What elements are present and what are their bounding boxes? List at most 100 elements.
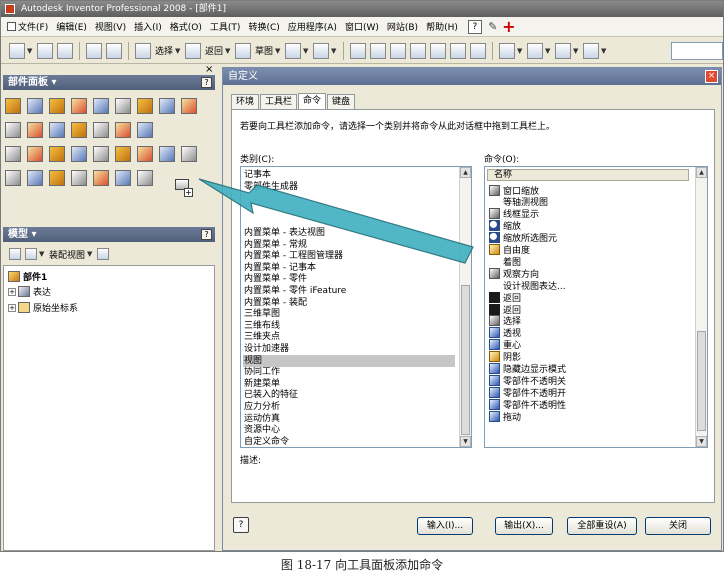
scroll-down-icon[interactable]: ▼ bbox=[460, 436, 471, 447]
section-view-icon[interactable] bbox=[115, 122, 131, 138]
shadow-icon[interactable] bbox=[527, 42, 544, 59]
tree-item[interactable]: + 原始坐标系 bbox=[8, 301, 78, 314]
dimension-icon[interactable] bbox=[5, 170, 21, 186]
work-axis-icon[interactable] bbox=[49, 122, 65, 138]
tab-toolbars[interactable]: 工具栏 bbox=[260, 94, 298, 109]
command-item[interactable]: 等轴测视图 bbox=[489, 196, 548, 208]
sketch-icon[interactable] bbox=[235, 42, 252, 59]
close-icon[interactable]: × bbox=[705, 70, 718, 83]
v-belt-icon[interactable] bbox=[137, 146, 153, 162]
scroll-thumb[interactable] bbox=[697, 331, 706, 431]
command-item[interactable]: 缩放所选图元 bbox=[489, 232, 557, 244]
command-item[interactable]: 自由度 bbox=[489, 244, 530, 256]
parts-panel-header[interactable]: 部件面板 ▾ ? bbox=[3, 75, 215, 90]
browser-view-icon[interactable] bbox=[25, 248, 37, 260]
shadow-dropdown-icon[interactable]: ▼ bbox=[545, 43, 553, 59]
mirror-component-icon[interactable] bbox=[181, 98, 197, 114]
bom-icon[interactable] bbox=[49, 170, 65, 186]
expand-icon[interactable]: + bbox=[8, 287, 16, 296]
model-panel-help-icon[interactable]: ? bbox=[201, 229, 212, 240]
select-label[interactable]: 选择 bbox=[155, 44, 173, 57]
command-item[interactable]: 阴影 bbox=[489, 351, 521, 363]
frame-generator-icon[interactable] bbox=[137, 122, 153, 138]
category-item[interactable]: 内置菜单 - 常规 bbox=[243, 239, 307, 251]
help-button[interactable]: ? bbox=[233, 517, 249, 533]
category-item[interactable] bbox=[243, 192, 244, 204]
return-dropdown-icon[interactable]: ▼ bbox=[225, 43, 233, 59]
parts-panel-close-icon[interactable]: × bbox=[205, 65, 213, 75]
display-style-dropdown-icon[interactable]: ▼ bbox=[517, 43, 525, 59]
filter-icon[interactable] bbox=[9, 248, 21, 260]
find-icon[interactable] bbox=[97, 248, 110, 260]
category-item[interactable]: 零部件生成器 bbox=[243, 181, 298, 193]
camera-icon[interactable] bbox=[555, 42, 572, 59]
place-constraint-icon[interactable] bbox=[93, 98, 109, 114]
lightning-icon[interactable] bbox=[313, 42, 330, 59]
menu-format[interactable]: 格式(O) bbox=[166, 20, 206, 33]
move-component-icon[interactable] bbox=[137, 98, 153, 114]
add-icon[interactable]: + bbox=[502, 18, 516, 34]
category-item[interactable]: 三维草图 bbox=[243, 308, 280, 320]
command-item[interactable]: 重心 bbox=[489, 339, 521, 351]
menu-tools[interactable]: 工具(T) bbox=[206, 20, 245, 33]
pan-icon[interactable] bbox=[410, 42, 427, 59]
parts-panel-help-icon[interactable]: ? bbox=[201, 77, 212, 88]
menu-web[interactable]: 网站(B) bbox=[383, 20, 422, 33]
command-item[interactable]: 缩放 bbox=[489, 220, 521, 232]
pin-icon[interactable]: ✎ bbox=[486, 20, 500, 34]
category-item[interactable]: 内置菜单 - 装配 bbox=[243, 297, 307, 309]
table-icon[interactable] bbox=[115, 170, 131, 186]
sketch-label[interactable]: 草图 bbox=[255, 44, 273, 57]
tree-root[interactable]: 部件1 bbox=[8, 270, 47, 283]
bearing-icon[interactable] bbox=[115, 146, 131, 162]
command-item[interactable]: 着图 bbox=[489, 255, 521, 268]
color-icon[interactable] bbox=[93, 170, 109, 186]
section-icon[interactable] bbox=[583, 42, 600, 59]
category-item[interactable]: 自定义命令 bbox=[243, 436, 289, 447]
tree-item[interactable]: + 表达 bbox=[8, 285, 51, 298]
tab-environment[interactable]: 环境 bbox=[231, 94, 260, 109]
tools-icon[interactable] bbox=[5, 122, 21, 138]
replace-component-icon[interactable] bbox=[115, 98, 131, 114]
category-item[interactable]: 运动仿真 bbox=[243, 413, 280, 425]
shaft-generator-icon[interactable] bbox=[71, 146, 87, 162]
import-button[interactable]: 输入(I)... bbox=[417, 517, 473, 535]
zoom-icon[interactable] bbox=[390, 42, 407, 59]
close-button[interactable]: 关闭 bbox=[645, 517, 711, 535]
ucs-icon[interactable] bbox=[93, 122, 109, 138]
category-item[interactable]: 内置菜单 - 记事本 bbox=[243, 262, 316, 274]
expand-icon[interactable]: + bbox=[8, 303, 16, 312]
color-combo[interactable] bbox=[671, 42, 723, 60]
category-item[interactable]: 应力分析 bbox=[243, 401, 280, 413]
open-icon[interactable] bbox=[37, 42, 53, 59]
category-scrollbar[interactable]: ▲ ▼ bbox=[459, 167, 471, 447]
category-item[interactable]: 内置菜单 - 零件 iFeature bbox=[243, 285, 346, 297]
command-item[interactable]: 拖动 bbox=[489, 410, 521, 423]
new-icon[interactable] bbox=[9, 42, 25, 59]
cam-icon[interactable] bbox=[159, 146, 175, 162]
menu-insert[interactable]: 插入(I) bbox=[130, 20, 166, 33]
command-item[interactable]: 零部件不透明关 bbox=[489, 374, 566, 387]
new-dropdown-icon[interactable]: ▼ bbox=[27, 43, 35, 59]
tab-keyboard[interactable]: 键盘 bbox=[327, 94, 356, 109]
return-label[interactable]: 返回 bbox=[205, 44, 223, 57]
scroll-down-icon[interactable]: ▼ bbox=[696, 436, 707, 447]
lightning-dropdown-icon[interactable]: ▼ bbox=[331, 43, 339, 59]
category-item[interactable]: 已装入的特征 bbox=[243, 389, 298, 401]
command-item[interactable]: 零部件不透明开 bbox=[489, 386, 566, 399]
command-item[interactable]: 零部件不透明性 bbox=[489, 398, 566, 411]
assembly-view-label[interactable]: 装配视图 bbox=[49, 248, 85, 261]
undo-icon[interactable] bbox=[86, 42, 102, 59]
reset-all-button[interactable]: 全部重设(A) bbox=[567, 517, 637, 535]
display-style-icon[interactable] bbox=[499, 42, 516, 59]
update-dropdown-icon[interactable]: ▼ bbox=[303, 43, 311, 59]
category-item[interactable]: 资源中心 bbox=[243, 424, 280, 436]
section-dropdown-icon[interactable]: ▼ bbox=[601, 43, 609, 59]
menu-help[interactable]: 帮助(H) bbox=[422, 20, 462, 33]
save-icon[interactable] bbox=[57, 42, 73, 59]
category-item[interactable]: 三维布线 bbox=[243, 320, 280, 332]
orbit-icon[interactable] bbox=[450, 42, 467, 59]
command-item[interactable]: 选择 bbox=[489, 315, 521, 327]
work-point-icon[interactable] bbox=[71, 122, 87, 138]
command-item[interactable]: 窗口缩放 bbox=[489, 184, 539, 197]
